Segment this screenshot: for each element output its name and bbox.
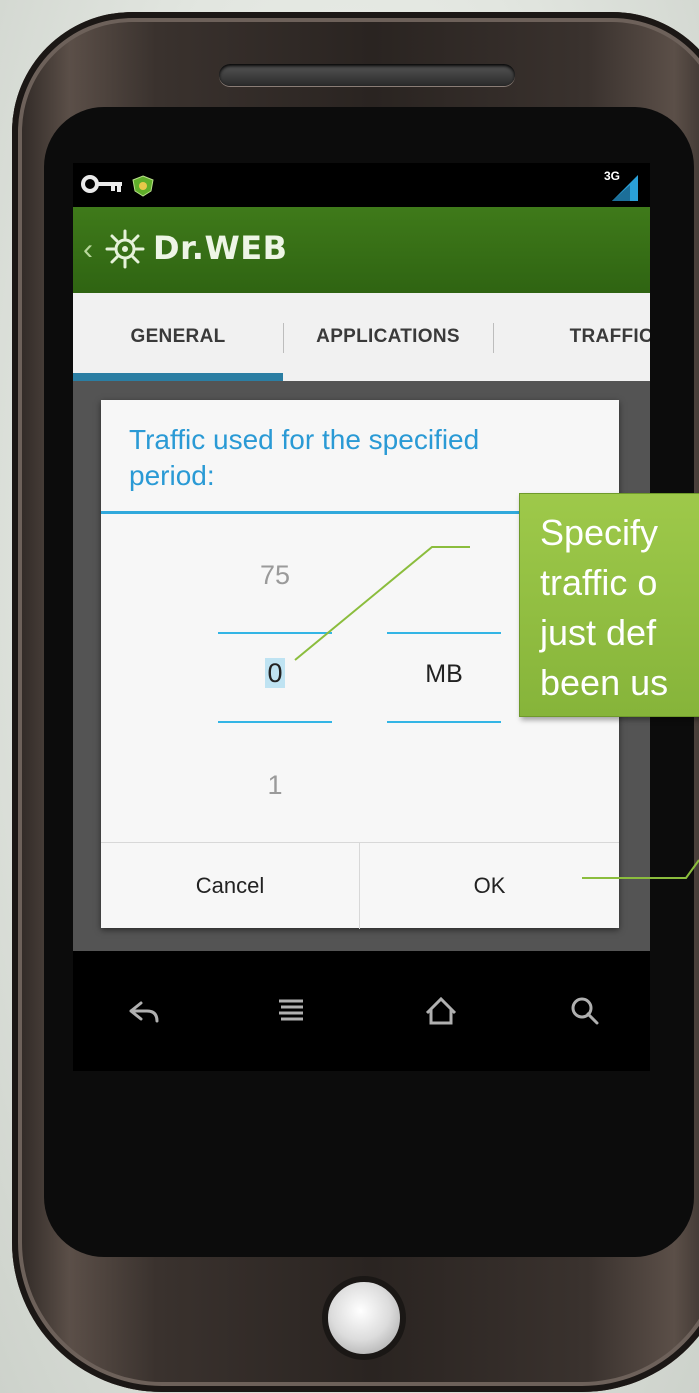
hardware-trackball[interactable] <box>322 1276 406 1360</box>
value-picker-current[interactable]: 0 <box>265 658 285 688</box>
value-picker[interactable]: 0 <box>218 658 332 689</box>
value-picker-previous[interactable]: 75 <box>218 560 332 591</box>
tab-general[interactable]: GENERAL <box>73 293 283 381</box>
picker-divider <box>218 721 332 723</box>
drweb-spider-logo-icon[interactable] <box>103 229 147 269</box>
picker-divider <box>387 632 501 634</box>
action-bar: ‹ Dr.WEB <box>73 207 650 293</box>
tab-selected-indicator <box>73 373 283 381</box>
app-title: Dr.WEB <box>153 229 288 267</box>
network-type-label: 3G <box>603 169 620 183</box>
status-bar: 3G <box>73 163 650 207</box>
value-picker-next[interactable]: 1 <box>218 770 332 801</box>
tab-divider <box>493 323 494 353</box>
search-icon[interactable] <box>555 981 615 1041</box>
picker-divider <box>387 721 501 723</box>
tab-bar: GENERAL APPLICATIONS TRAFFIC <box>73 293 650 381</box>
tab-applications[interactable]: APPLICATIONS <box>283 293 493 381</box>
home-icon[interactable] <box>411 981 471 1041</box>
drweb-shield-icon <box>132 175 154 197</box>
back-chevron-icon[interactable]: ‹ <box>83 235 93 265</box>
dialog-title: Traffic used for the specified period: <box>129 424 480 491</box>
back-icon[interactable] <box>113 981 173 1041</box>
callout-text: Specify traffic o just def been us <box>540 512 669 703</box>
cancel-button[interactable]: Cancel <box>101 843 359 929</box>
tab-traffic[interactable]: TRAFFIC <box>503 293 650 381</box>
dialog-button-bar: Cancel OK <box>101 842 619 929</box>
tooltip-callout: Specify traffic o just def been us <box>519 493 699 717</box>
unit-picker-current[interactable]: MB <box>387 660 501 689</box>
menu-icon[interactable] <box>261 981 321 1041</box>
picker-divider <box>218 632 332 634</box>
key-icon <box>81 175 122 193</box>
navigation-bar <box>73 951 650 1071</box>
ok-button[interactable]: OK <box>360 843 619 929</box>
speaker-grille <box>219 64 515 86</box>
